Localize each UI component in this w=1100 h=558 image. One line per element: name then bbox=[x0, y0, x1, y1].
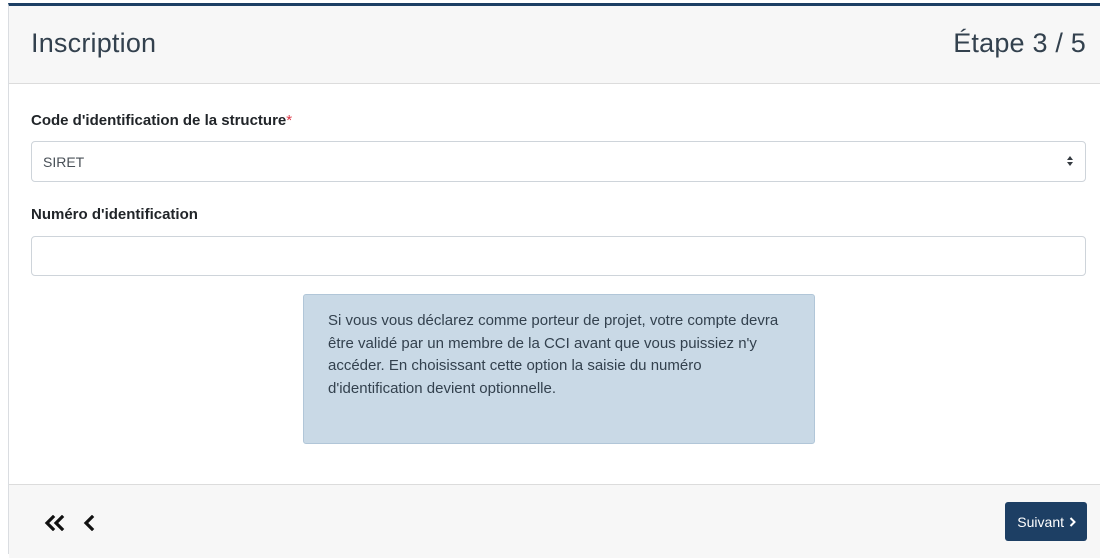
required-marker: * bbox=[286, 112, 293, 129]
next-button[interactable]: Suivant bbox=[1005, 502, 1087, 541]
card-footer: Suivant bbox=[9, 484, 1100, 558]
registration-card: Inscription Étape 3 / 5 Code d'identific… bbox=[8, 3, 1100, 558]
next-button-label: Suivant bbox=[1017, 513, 1064, 530]
double-chevron-left-icon[interactable] bbox=[44, 515, 66, 531]
info-alert: Si vous vous déclarez comme porteur de p… bbox=[303, 294, 815, 444]
card-header: Inscription Étape 3 / 5 bbox=[9, 6, 1100, 84]
structure-code-selected-value: SIRET bbox=[43, 154, 85, 170]
page-title: Inscription bbox=[31, 28, 157, 58]
chevron-right-icon bbox=[1069, 516, 1076, 527]
identification-number-label: Numéro d'identification bbox=[31, 206, 198, 223]
structure-code-label-text: Code d'identification de la structure bbox=[31, 112, 287, 129]
structure-code-select[interactable]: SIRET bbox=[31, 141, 1086, 182]
chevron-left-icon[interactable] bbox=[82, 515, 96, 531]
sort-arrows-icon bbox=[1067, 156, 1073, 166]
identification-number-input[interactable] bbox=[31, 236, 1086, 276]
info-alert-text: Si vous vous déclarez comme porteur de p… bbox=[328, 312, 779, 397]
structure-code-label: Code d'identification de la structure* bbox=[31, 112, 292, 129]
step-indicator: Étape 3 / 5 bbox=[953, 28, 1086, 58]
